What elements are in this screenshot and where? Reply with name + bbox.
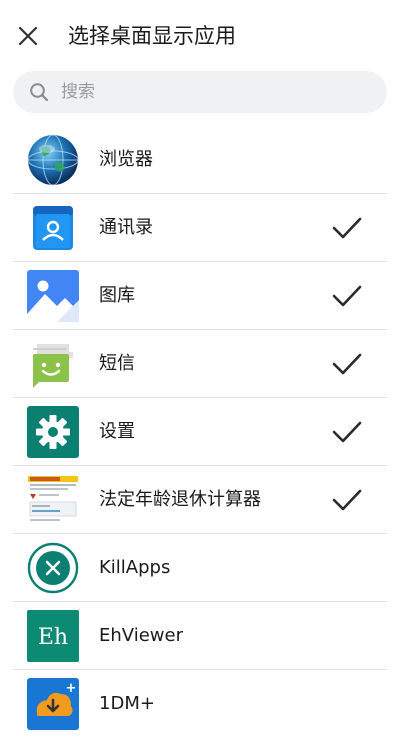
page-title: 选择桌面显示应用 [68, 24, 236, 48]
app-label: EhViewer [99, 625, 183, 646]
ehviewer-icon: Eh [27, 610, 79, 662]
app-list: 浏览器 通讯录 图库 短信 设置 法定年龄退休计算器 KillApps Eh E… [0, 126, 400, 738]
app-label: KillApps [99, 557, 171, 578]
settings-gear-icon [27, 406, 79, 458]
list-item-settings[interactable]: 设置 [0, 398, 400, 466]
app-label: 1DM+ [99, 693, 155, 714]
search-input[interactable] [61, 71, 371, 113]
list-item-retirement-calculator[interactable]: 法定年龄退休计算器 [0, 466, 400, 534]
contacts-icon [33, 206, 73, 250]
list-item-browser[interactable]: 浏览器 [0, 126, 400, 194]
checkmark-icon[interactable] [331, 486, 363, 514]
list-item-1dm[interactable]: + 1DM+ [0, 670, 400, 738]
search-icon [30, 83, 49, 102]
list-item-contacts[interactable]: 通讯录 [0, 194, 400, 262]
checkmark-icon[interactable] [331, 418, 363, 446]
list-item-killapps[interactable]: KillApps [0, 534, 400, 602]
list-item-messages[interactable]: 短信 [0, 330, 400, 398]
checkmark-icon[interactable] [331, 214, 363, 242]
app-label: 短信 [99, 353, 135, 374]
app-label: 设置 [99, 421, 135, 442]
list-item-gallery[interactable]: 图库 [0, 262, 400, 330]
1dm-download-icon: + [27, 678, 79, 730]
app-label: 通讯录 [99, 217, 153, 238]
svg-text:Eh: Eh [38, 625, 68, 650]
app-label: 浏览器 [99, 149, 153, 170]
svg-text:+: + [66, 681, 77, 696]
retirement-calculator-thumbnail-icon [27, 474, 79, 526]
globe-icon [27, 134, 79, 186]
gallery-icon [27, 270, 79, 322]
messages-icon [33, 344, 73, 388]
killapps-icon [27, 542, 79, 594]
checkmark-icon[interactable] [331, 282, 363, 310]
list-item-ehviewer[interactable]: Eh EhViewer [0, 602, 400, 670]
close-button[interactable] [12, 20, 44, 52]
checkmark-icon[interactable] [331, 350, 363, 378]
close-icon [18, 26, 38, 46]
app-label: 图库 [99, 285, 135, 306]
header: 选择桌面显示应用 [0, 0, 400, 70]
app-label: 法定年龄退休计算器 [99, 489, 261, 510]
search-bar[interactable] [13, 71, 387, 113]
